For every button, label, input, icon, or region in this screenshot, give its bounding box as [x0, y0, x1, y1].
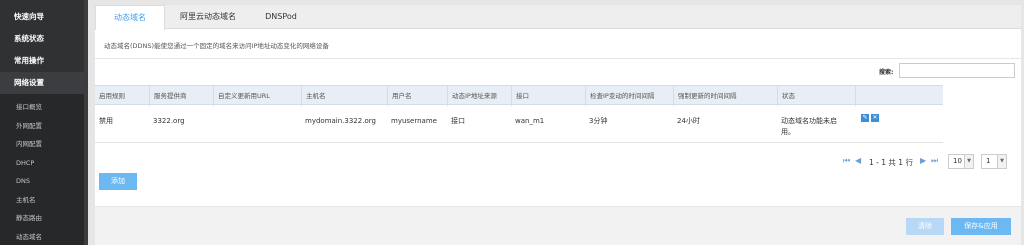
tab-ddns[interactable]: 动态域名 [95, 5, 165, 30]
sidebar-subitem-dns[interactable]: DNS [0, 172, 84, 191]
col-interface: 接口 [511, 86, 585, 106]
col-ip-source: 动态IP地址来源 [447, 86, 511, 106]
sidebar-subitem-lan-config[interactable]: 内网配置 [0, 135, 84, 154]
table-row: 禁用 3322.org mydomain.3322.org myusername… [95, 105, 943, 143]
col-custom-url: 自定义更新用URL [213, 86, 301, 106]
search-label: 搜索: [879, 69, 894, 76]
col-username: 用户名 [387, 86, 447, 106]
search-input[interactable] [899, 63, 1015, 78]
sidebar-subitem-hostname[interactable]: 主机名 [0, 191, 84, 210]
tab-dnspod[interactable]: DNSPod [251, 5, 311, 30]
main-panel: 动态域名 阿里云动态域名 DNSPod 动态域名(DDNS)能使您通过一个固定的… [95, 5, 1021, 245]
sidebar-item-common-ops[interactable]: 常用操作 [0, 50, 84, 72]
tab-aliyun-ddns[interactable]: 阿里云动态域名 [167, 5, 249, 30]
close-icon[interactable]: ✕ [871, 114, 879, 122]
footer-bar: 清除 保存&应用 [95, 206, 1021, 245]
sidebar-scrollbar[interactable] [84, 0, 88, 245]
cell-custom-url [213, 105, 217, 143]
cell-provider: 3322.org [153, 117, 185, 125]
first-page-icon[interactable]: ⏮ [843, 156, 850, 166]
add-button[interactable]: 添加 [99, 173, 137, 190]
page-description: 动态域名(DDNS)能使您通过一个固定的域名来访问IP地址动态变化的网络设备 [104, 42, 329, 50]
cell-interface: wan_m1 [515, 117, 545, 125]
sidebar-item-network-settings[interactable]: 网络设置 [0, 72, 84, 94]
cell-ip-source: 接口 [451, 117, 465, 125]
pencil-icon[interactable]: ✎ [861, 114, 869, 122]
sidebar-submenu: 接口概览 外网配置 内网配置 DHCP DNS 主机名 静态路由 动态域名 [0, 94, 84, 245]
clear-button[interactable]: 清除 [906, 218, 944, 235]
sidebar-subitem-static-route[interactable]: 静态路由 [0, 209, 84, 228]
col-provider: 服务提供商 [149, 86, 213, 106]
col-hostname: 主机名 [301, 86, 387, 106]
cell-check-interval: 3分钟 [589, 117, 608, 125]
cell-username: myusername [391, 117, 437, 125]
cell-enable: 禁用 [99, 117, 113, 125]
sidebar-subitem-interface-overview[interactable]: 接口概览 [0, 98, 84, 117]
page-number-select[interactable]: 1 ▼ [981, 154, 1007, 169]
page-size-value: 10 [953, 157, 962, 165]
sidebar-subitem-ddns[interactable]: 动态域名 [0, 228, 84, 245]
chevron-down-icon: ▼ [964, 155, 973, 168]
next-page-icon[interactable]: ▶ [920, 156, 926, 165]
status-line-1: 动态域名功能未启 [781, 117, 837, 125]
sidebar: 快速向导 系统状态 常用操作 网络设置 接口概览 外网配置 内网配置 DHCP … [0, 0, 84, 245]
tab-bar: 动态域名 阿里云动态域名 DNSPod [95, 5, 1021, 30]
col-check-interval: 检查IP变动的时间间隔 [585, 86, 673, 106]
col-force-interval: 强制更新的时间间隔 [673, 86, 777, 106]
col-actions [855, 86, 943, 106]
status-line-2: 用。 [781, 128, 795, 136]
page-size-select[interactable]: 10 ▼ [948, 154, 974, 169]
chevron-down-icon: ▼ [997, 155, 1006, 168]
cell-hostname: mydomain.3322.org [305, 117, 376, 125]
sidebar-item-quick-wizard[interactable]: 快速向导 [0, 6, 84, 28]
sidebar-item-system-status[interactable]: 系统状态 [0, 28, 84, 50]
page-info: 1 - 1 共 1 行 [869, 158, 913, 167]
table-header: 启用规则 服务提供商 自定义更新用URL 主机名 用户名 动态IP地址来源 接口… [95, 85, 943, 106]
prev-page-icon[interactable]: ◀ [855, 156, 861, 165]
cell-status: 动态域名功能未启 用。 [777, 105, 855, 143]
cell-force-interval: 24小时 [677, 117, 700, 125]
col-status: 状态 [777, 86, 855, 106]
sidebar-subitem-dhcp[interactable]: DHCP [0, 154, 84, 173]
col-enable: 启用规则 [99, 92, 125, 100]
last-page-icon[interactable]: ⏭ [931, 156, 938, 166]
save-apply-button[interactable]: 保存&应用 [951, 218, 1011, 235]
divider [95, 58, 1021, 59]
sidebar-subitem-wan-config[interactable]: 外网配置 [0, 117, 84, 136]
cell-actions: ✎ ✕ [857, 105, 881, 143]
page-number-value: 1 [986, 157, 991, 165]
